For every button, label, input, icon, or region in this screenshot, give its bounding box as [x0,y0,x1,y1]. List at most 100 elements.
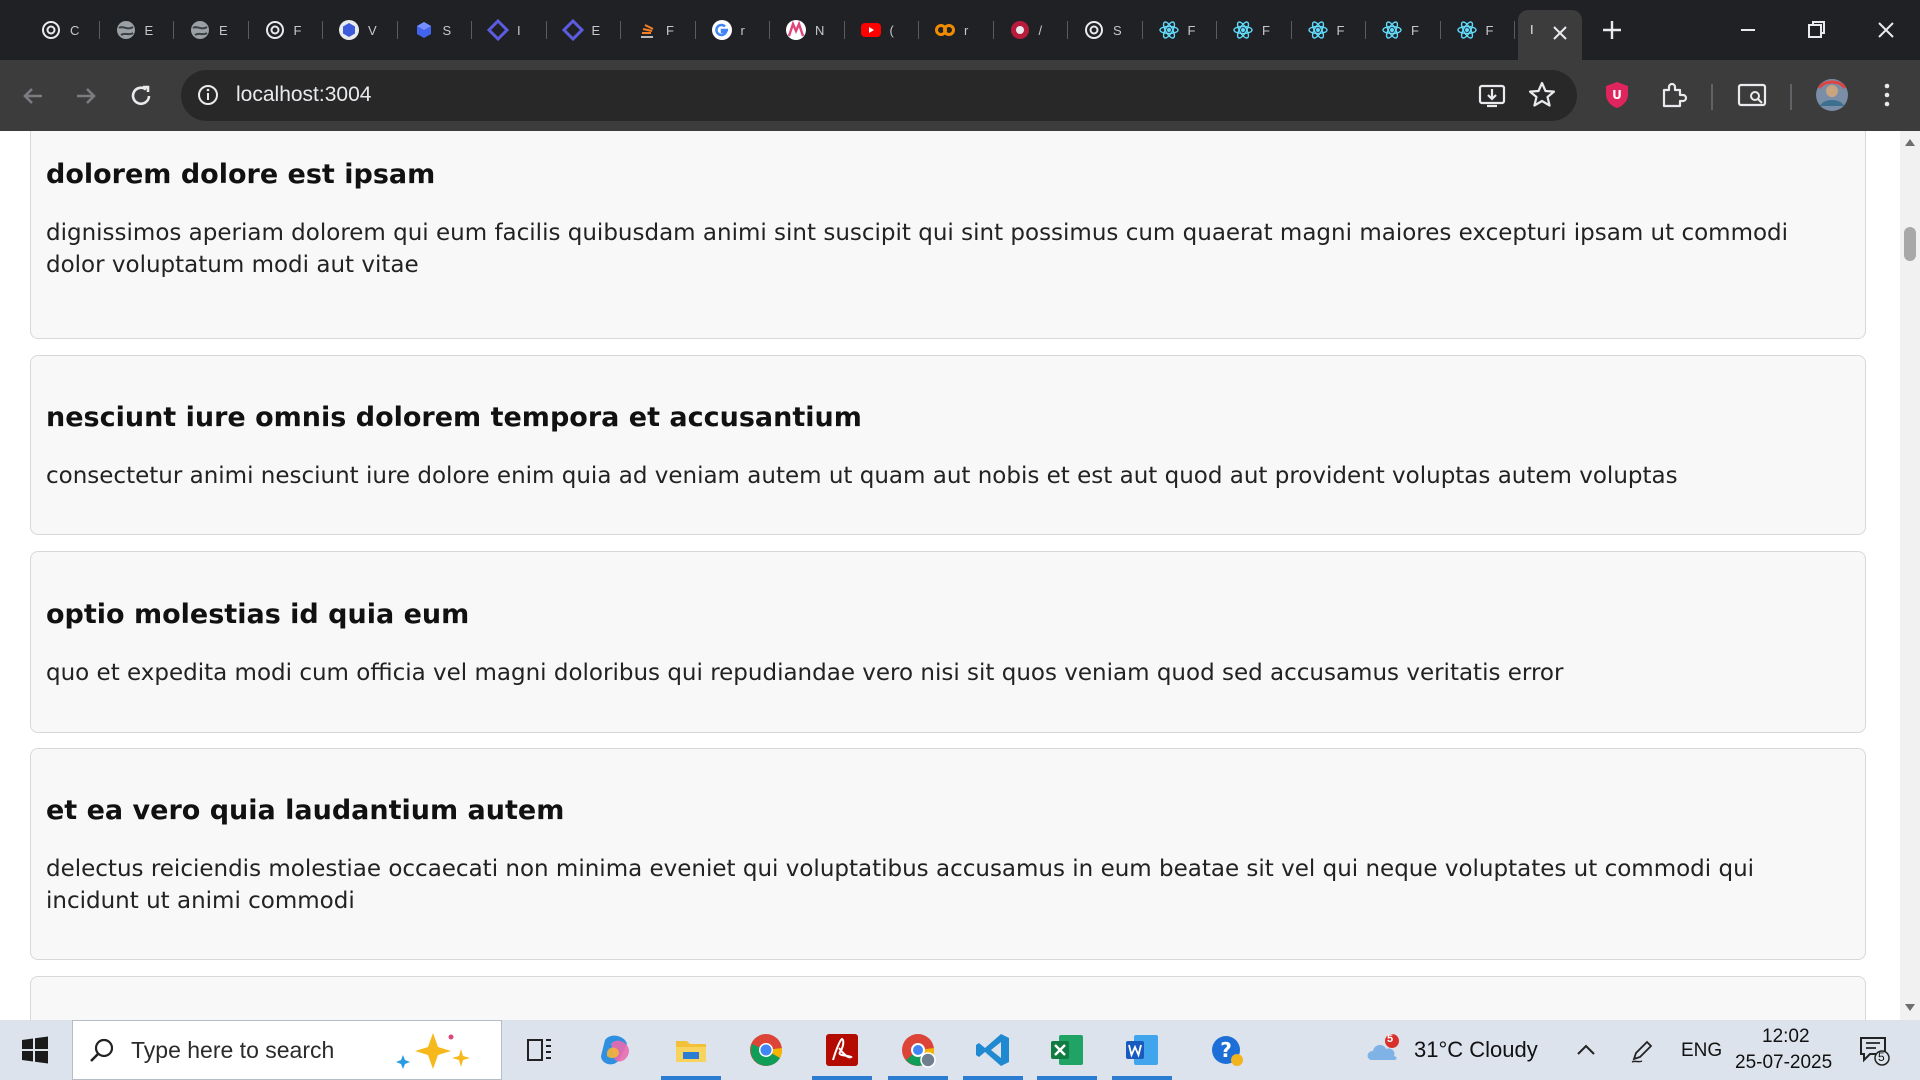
install-app-icon[interactable] [1475,78,1509,112]
browser-tab[interactable]: F [249,12,323,48]
browser-tab[interactable]: E [100,12,174,48]
scrollbar-thumb[interactable] [1904,227,1916,261]
browser-tab[interactable]: N [770,12,845,48]
minimize-icon[interactable] [1732,14,1764,46]
address-bar[interactable]: localhost:3004 [181,70,1577,121]
site-info-icon[interactable] [195,82,221,108]
clock-date[interactable]: 25-07-2025 [1735,1052,1832,1074]
browser-tab[interactable]: / [994,12,1068,48]
browser-tab[interactable]: S [1068,12,1143,48]
toolbar-divider [1790,84,1792,110]
svg-text:U: U [1612,88,1622,102]
browser-tab[interactable]: E [174,12,249,48]
back-icon[interactable] [16,79,50,113]
profile-avatar[interactable] [1813,76,1851,114]
windows-start-icon[interactable] [15,1030,55,1070]
tab-label: E [219,22,228,38]
restore-icon[interactable] [1800,14,1832,46]
tab-label: F [1411,22,1419,38]
post-card: nesciunt iure omnis dolorem tempora et a… [30,355,1866,535]
reload-icon[interactable] [124,79,158,113]
m-logo-icon [786,20,806,40]
browser-tab[interactable]: ( [845,12,919,48]
openai-icon [265,21,284,39]
post-title: nesciunt iure omnis dolorem tempora et a… [46,402,862,433]
react-icon [1233,21,1253,39]
excel-icon[interactable] [1047,1030,1087,1070]
help-icon[interactable]: ? [1208,1030,1248,1070]
more-menu-icon[interactable] [1870,78,1904,112]
tab-label: F [293,22,302,38]
url-text[interactable]: localhost:3004 [236,83,371,107]
bookmark-star-icon[interactable] [1525,78,1559,112]
browser-tab[interactable]: S [398,12,472,48]
tab-label: N [815,22,825,38]
acrobat-icon[interactable] [822,1030,862,1070]
post-body: delectus reiciendis molestiae occaecati … [46,856,1755,914]
tab-label: E [144,22,154,38]
ublock-icon[interactable]: U [1600,78,1634,112]
taskbar-search[interactable]: Type here to search [72,1020,502,1080]
post-card [30,976,1866,1020]
google-icon [711,20,732,40]
tab-label: I [517,22,521,38]
vscode-icon[interactable] [973,1030,1013,1070]
task-view-icon[interactable] [519,1030,559,1070]
scroll-up-arrow-icon[interactable] [1904,137,1916,147]
browser-tab[interactable]: r [696,12,770,48]
tab-label: E [591,22,601,38]
browser-tab[interactable]: F [1366,12,1441,48]
tab-active[interactable]: I [1518,10,1582,60]
show-hidden-icons-chevron-icon[interactable] [1573,1037,1599,1063]
tab-label: C [70,22,80,38]
extensions-icon[interactable] [1656,78,1690,112]
windows-taskbar: Type here to search ? 5 31°C Cloudy ENG … [0,1020,1920,1080]
page-content: dolorem dolore est ipsam dignissimos ape… [0,131,1900,1020]
browser-tab[interactable]: F [1217,12,1292,48]
weather-text[interactable]: 31°C Cloudy [1414,1037,1538,1063]
browser-tab[interactable]: V [323,12,398,48]
code-diamond-icon [487,19,509,41]
browser-tab[interactable]: F [621,12,696,48]
clock-time[interactable]: 12:02 [1762,1026,1810,1048]
vertical-scrollbar[interactable] [1900,131,1920,1020]
scroll-down-arrow-icon[interactable] [1904,1003,1916,1013]
globe-icon [191,21,209,39]
close-tab-icon[interactable] [1550,23,1570,43]
tab-label: I [1530,22,1534,37]
react-icon [1382,21,1402,39]
running-indicator [1037,1076,1097,1080]
browser-tab[interactable]: I [472,12,547,48]
copilot-sparkle-icon[interactable] [393,1029,493,1075]
browser-tab[interactable]: E [547,12,621,48]
browser-tab[interactable]: C [25,12,100,48]
infinity-icon [935,24,955,36]
chrome-icon[interactable] [746,1030,786,1070]
browser-tab[interactable]: r [919,12,994,48]
notification-count: 5 [1878,1050,1885,1064]
red-circle-icon [1010,21,1029,39]
post-body: consectetur animi nesciunt iure dolore e… [46,463,1678,489]
word-icon[interactable] [1122,1030,1162,1070]
new-tab-icon[interactable] [1598,16,1626,44]
weather-cloud-icon[interactable] [1364,1032,1404,1068]
file-explorer-icon[interactable] [671,1030,711,1070]
close-window-icon[interactable] [1870,14,1902,46]
search-placeholder[interactable]: Type here to search [131,1037,334,1064]
chrome-profile-icon[interactable] [898,1030,938,1070]
forward-icon[interactable] [69,79,103,113]
copilot-app-icon[interactable] [595,1030,635,1070]
language-indicator[interactable]: ENG [1681,1040,1722,1062]
openai-icon [1085,21,1103,39]
react-icon [1158,21,1179,39]
tab-label: F [1187,22,1196,38]
browser-tab[interactable]: F [1143,12,1217,48]
post-card: optio molestias id quia eum quo et exped… [30,551,1866,733]
post-title: optio molestias id quia eum [46,599,470,630]
browser-tab[interactable]: F [1441,12,1515,48]
side-panel-search-icon[interactable] [1735,78,1769,112]
pen-icon[interactable] [1628,1037,1656,1065]
notifications-icon[interactable] [1856,1032,1892,1068]
browser-tab[interactable]: F [1292,12,1366,48]
post-card: et ea vero quia laudantium autem delectu… [30,748,1866,960]
